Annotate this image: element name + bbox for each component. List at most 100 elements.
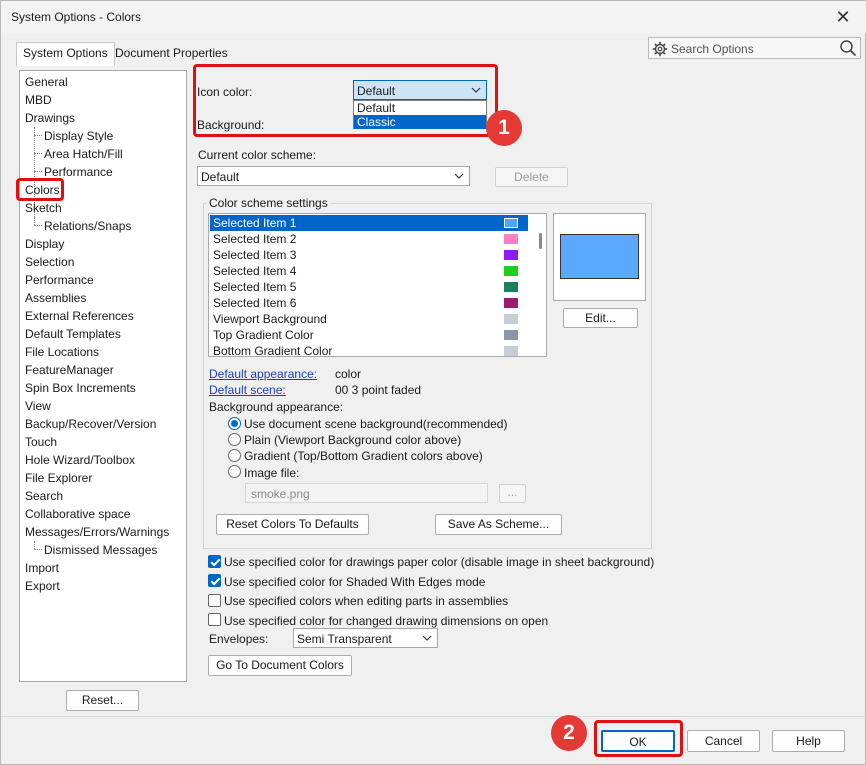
tab-system-options[interactable]: System Options	[16, 42, 115, 66]
checkbox-shaded-edges-label: Use specified color for Shaded With Edge…	[224, 575, 486, 589]
tree-connector	[34, 541, 35, 549]
default-appearance-link[interactable]: Default appearance:	[209, 367, 317, 381]
tree-item-collaborative-space[interactable]: Collaborative space	[25, 506, 130, 522]
radio-image-file-label: Image file:	[244, 466, 300, 480]
system-options-dialog: System Options - Colors ✕ System Options…	[0, 0, 866, 765]
tree-item-default-templates[interactable]: Default Templates	[25, 326, 121, 342]
default-scene-value: 00 3 point faded	[335, 383, 422, 397]
tree-item-selection[interactable]: Selection	[25, 254, 74, 270]
tree-item-display-style[interactable]: Display Style	[44, 128, 113, 144]
tree-connector	[34, 153, 42, 154]
scrollbar-thumb[interactable]	[539, 233, 542, 249]
tree-item-spin-box-increments[interactable]: Spin Box Increments	[25, 380, 136, 396]
checkbox-drawings-paper-color[interactable]	[208, 555, 221, 568]
tree-item-hole-wizard[interactable]: Hole Wizard/Toolbox	[25, 452, 135, 468]
color-preview	[553, 213, 646, 301]
default-appearance-value: color	[335, 367, 362, 381]
checkbox-drawings-paper-color-label: Use specified color for drawings paper c…	[224, 555, 655, 569]
list-item[interactable]: Bottom Gradient Color	[210, 343, 528, 356]
tree-item-messages[interactable]: Messages/Errors/Warnings	[25, 524, 169, 540]
color-swatch	[504, 330, 518, 340]
tree-item-display[interactable]: Display	[25, 236, 64, 252]
tree-item-external-references[interactable]: External References	[25, 308, 134, 324]
list-item[interactable]: Selected Item 4	[210, 263, 528, 279]
color-preview-swatch	[560, 234, 639, 279]
color-swatch	[504, 218, 518, 228]
tree-item-search[interactable]: Search	[25, 488, 63, 504]
tree-item-import[interactable]: Import	[25, 560, 59, 576]
help-button[interactable]: Help	[772, 730, 845, 752]
tree-item-general[interactable]: General	[25, 74, 68, 90]
edit-color-button[interactable]: Edit...	[563, 308, 638, 328]
color-swatch	[504, 234, 518, 244]
save-scheme-button[interactable]: Save As Scheme...	[435, 514, 562, 535]
close-icon[interactable]: ✕	[831, 5, 855, 29]
reset-button[interactable]: Reset...	[66, 690, 139, 711]
tree-item-file-locations[interactable]: File Locations	[25, 344, 99, 360]
default-scene-link[interactable]: Default scene:	[209, 383, 286, 397]
search-placeholder: Search Options	[671, 42, 754, 56]
delete-button[interactable]: Delete	[495, 167, 568, 187]
color-scheme-list[interactable]: Selected Item 1 Selected Item 2 Selected…	[208, 213, 547, 357]
search-icon[interactable]	[839, 39, 857, 57]
tree-item-assemblies[interactable]: Assemblies	[25, 290, 86, 306]
color-swatch	[504, 314, 518, 324]
list-item[interactable]: Selected Item 2	[210, 231, 528, 247]
browse-button[interactable]: ...	[499, 484, 526, 503]
tree-item-view[interactable]: View	[25, 398, 51, 414]
radio-plain[interactable]	[228, 433, 241, 446]
image-file-value: smoke.png	[251, 487, 310, 501]
tree-item-file-explorer[interactable]: File Explorer	[25, 470, 92, 486]
ok-highlight-box	[594, 720, 683, 757]
tree-item-performance[interactable]: Performance	[25, 272, 94, 288]
color-scheme-select[interactable]: Default	[197, 166, 470, 186]
tree-connector	[34, 549, 42, 550]
list-item[interactable]: Selected Item 1	[210, 215, 528, 231]
tree-connector	[34, 225, 42, 226]
checkbox-editing-parts-label: Use specified colors when editing parts …	[224, 594, 509, 608]
tree-item-dismissed-messages[interactable]: Dismissed Messages	[44, 542, 157, 558]
envelopes-label: Envelopes:	[209, 632, 269, 646]
color-swatch	[504, 250, 518, 260]
search-input[interactable]: Search Options	[648, 37, 861, 59]
checkbox-changed-dimensions[interactable]	[208, 613, 221, 626]
tree-item-export[interactable]: Export	[25, 578, 60, 594]
go-to-document-colors-button[interactable]: Go To Document Colors	[208, 655, 352, 676]
footer-divider	[1, 716, 866, 717]
color-scheme-value: Default	[201, 170, 240, 184]
reset-colors-button[interactable]: Reset Colors To Defaults	[216, 514, 369, 535]
tree-item-featuremanager[interactable]: FeatureManager	[25, 362, 114, 378]
image-file-field[interactable]: smoke.png	[245, 483, 488, 503]
tree-item-backup-recover[interactable]: Backup/Recover/Version	[25, 416, 156, 432]
color-scheme-label: Current color scheme:	[198, 148, 317, 162]
background-appearance-label: Background appearance:	[209, 400, 344, 414]
tree-item-mbd[interactable]: MBD	[25, 92, 52, 108]
list-item[interactable]: Selected Item 3	[210, 247, 528, 263]
radio-gradient-label: Gradient (Top/Bottom Gradient colors abo…	[244, 449, 483, 463]
list-item[interactable]: Viewport Background	[210, 311, 528, 327]
radio-plain-label: Plain (Viewport Background color above)	[244, 433, 462, 447]
list-scrollbar[interactable]	[537, 215, 545, 355]
chevron-down-icon	[454, 173, 464, 179]
tab-document-properties[interactable]: Document Properties	[109, 43, 234, 65]
cancel-button[interactable]: Cancel	[687, 730, 760, 752]
tree-item-drawings[interactable]: Drawings	[25, 110, 75, 126]
tree-item-sketch[interactable]: Sketch	[25, 200, 62, 216]
envelopes-select[interactable]: Semi Transparent	[293, 628, 438, 648]
radio-document-scene[interactable]	[228, 417, 241, 430]
checkbox-shaded-edges[interactable]	[208, 574, 221, 587]
envelopes-value: Semi Transparent	[297, 632, 392, 646]
radio-document-scene-label: Use document scene background(recommende…	[244, 417, 508, 431]
tree-item-area-hatch-fill[interactable]: Area Hatch/Fill	[44, 146, 123, 162]
list-item[interactable]: Selected Item 5	[210, 279, 528, 295]
tree-item-relations-snaps[interactable]: Relations/Snaps	[44, 218, 131, 234]
color-swatch	[504, 282, 518, 292]
list-item[interactable]: Selected Item 6	[210, 295, 528, 311]
radio-image-file[interactable]	[228, 465, 241, 478]
radio-gradient[interactable]	[228, 449, 241, 462]
tree-item-touch[interactable]: Touch	[25, 434, 57, 450]
options-tree[interactable]: General MBD Drawings Display Style Area …	[19, 70, 187, 682]
gear-icon	[652, 41, 668, 57]
list-item[interactable]: Top Gradient Color	[210, 327, 528, 343]
checkbox-editing-parts[interactable]	[208, 594, 221, 607]
